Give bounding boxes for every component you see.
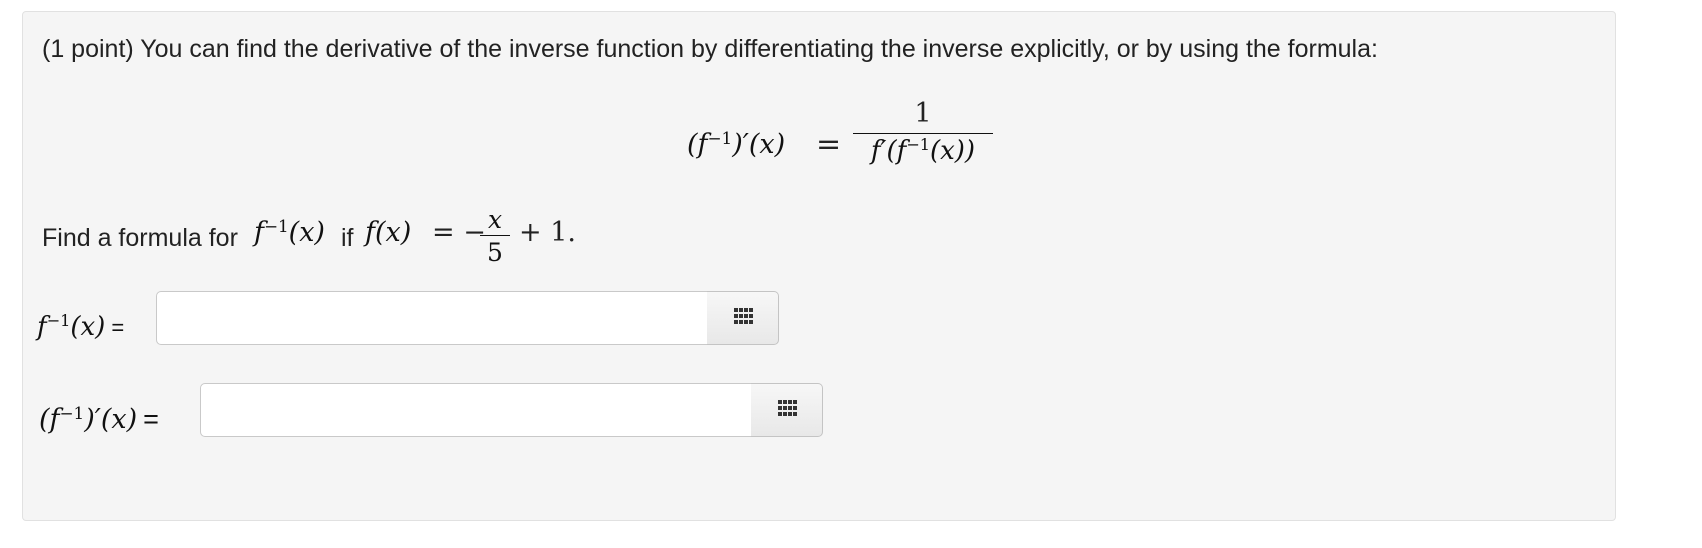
question-if: if (341, 224, 354, 252)
question-f-def: f(x) (365, 217, 412, 248)
formula-numerator: 1 (914, 98, 932, 129)
question-line: Find a formula for f−1(x) if f(x) = − x … (42, 205, 642, 285)
question-fraction: x 5 (480, 205, 510, 267)
question-tail: + 1. (519, 217, 576, 248)
formula-lhs: (f−1)′(x) (687, 127, 786, 160)
f-inverse-derivative-equation-editor-button[interactable] (751, 383, 823, 437)
question-equals-minus: = − (432, 217, 486, 248)
fraction-numerator: x (487, 205, 503, 234)
grid-icon (778, 400, 797, 418)
answer-label-f-inverse-derivative: (f−1)′(x) = (39, 402, 159, 435)
formula-fraction: 1 f′(f−1(x)) (853, 97, 993, 166)
formula-equals: = (816, 127, 842, 162)
problem-intro: (1 point) You can find the derivative of… (42, 35, 1378, 63)
answer-label-f-inverse: f−1(x) = (37, 311, 125, 342)
question-f-inverse: f−1(x) (254, 215, 325, 248)
grid-icon (734, 308, 753, 326)
formula-denominator: f′(f−1(x)) (870, 135, 976, 166)
f-inverse-derivative-answer-input[interactable] (200, 383, 752, 437)
problem-panel: (1 point) You can find the derivative of… (22, 11, 1616, 521)
f-inverse-equation-editor-button[interactable] (707, 291, 779, 345)
f-inverse-answer-input[interactable] (156, 291, 708, 345)
question-text: Find a formula for (42, 224, 238, 252)
fraction-bar (480, 235, 510, 236)
fraction-denominator: 5 (487, 238, 503, 267)
fraction-bar (853, 133, 993, 134)
inverse-derivative-formula: (f−1)′(x) = 1 f′(f−1(x)) (663, 97, 1023, 197)
